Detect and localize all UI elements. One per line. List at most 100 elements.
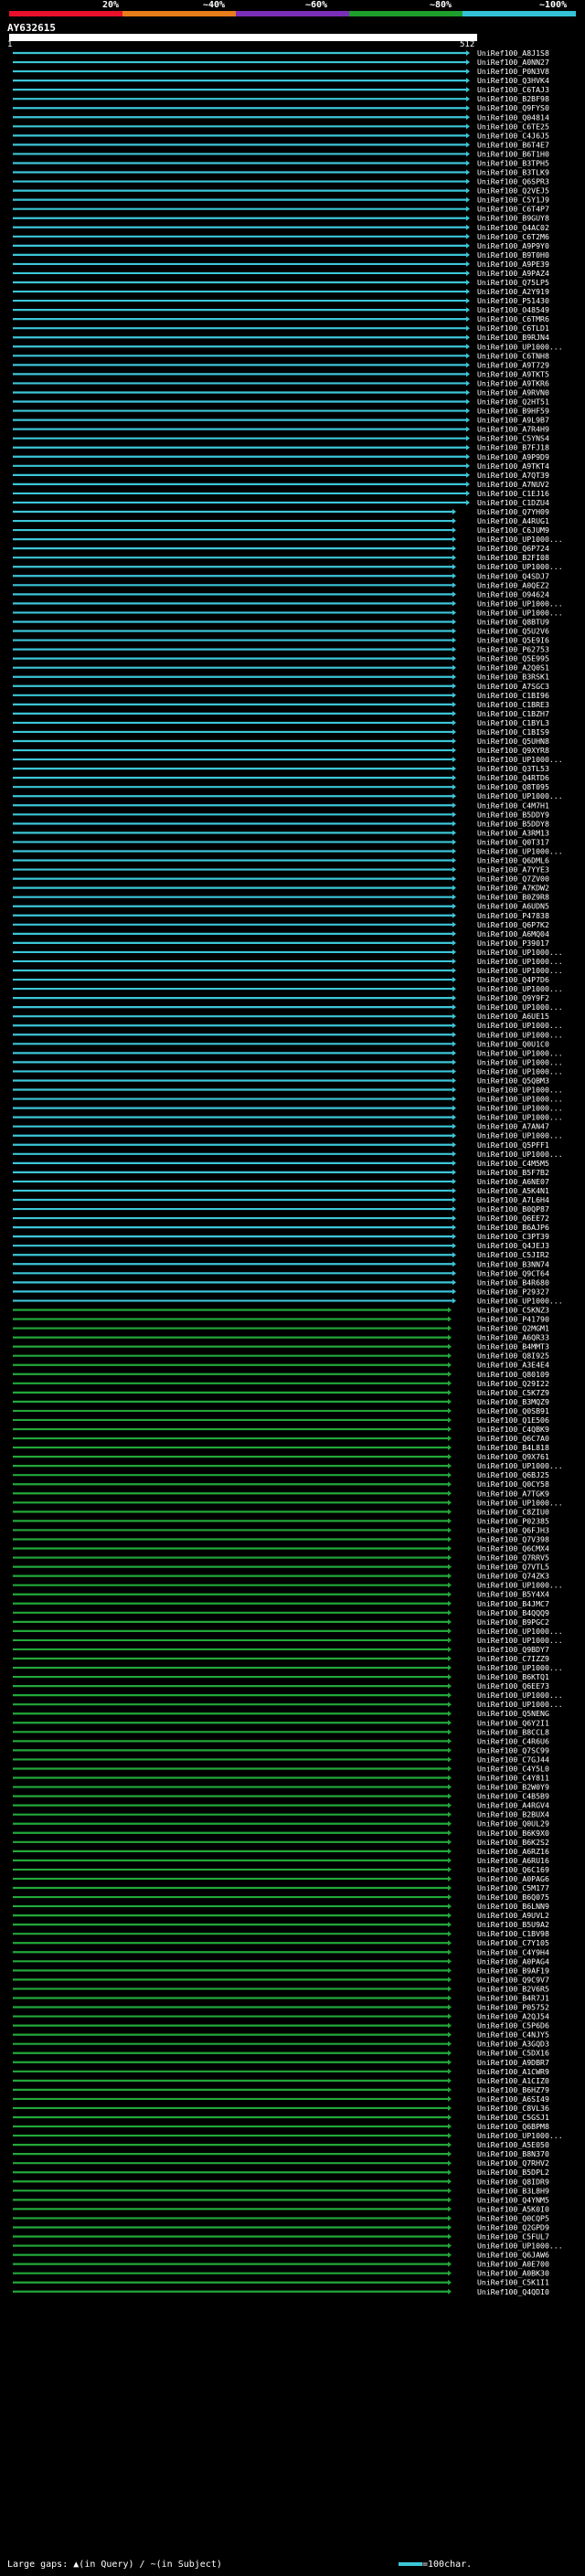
hit-label[interactable]: UniRef100_A1CIZ0: [477, 2076, 549, 2085]
hit-label[interactable]: UniRef100_Q9XYR8: [477, 746, 549, 755]
hit-label[interactable]: UniRef100_A4RGV4: [477, 1801, 549, 1810]
hit-label[interactable]: UniRef100_Q9FYS0: [477, 103, 549, 112]
hit-label[interactable]: UniRef100_C1EJ16: [477, 489, 549, 498]
hit-label[interactable]: UniRef100_A2Y919: [477, 287, 549, 296]
hit-label[interactable]: UniRef100_C1DZU4: [477, 498, 549, 507]
hit-label[interactable]: UniRef100_B5Y4X4: [477, 1590, 549, 1599]
hit-label[interactable]: UniRef100_Q9CT64: [477, 1268, 549, 1277]
hit-label[interactable]: UniRef100_B9PGC2: [477, 1617, 549, 1627]
hit-label[interactable]: UniRef100_UP1000...: [477, 948, 563, 957]
hit-label[interactable]: UniRef100_P05752: [477, 2003, 549, 2012]
hit-label[interactable]: UniRef100_UP1000...: [477, 1030, 563, 1039]
hit-label[interactable]: UniRef100_A4RUG1: [477, 516, 549, 525]
hit-label[interactable]: UniRef100_A3RM13: [477, 828, 549, 837]
hit-label[interactable]: UniRef100_UP1000...: [477, 1296, 563, 1305]
hit-label[interactable]: UniRef100_B5F7B2: [477, 1168, 549, 1177]
hit-label[interactable]: UniRef100_Q2GPD9: [477, 2222, 549, 2231]
hit-label[interactable]: UniRef100_A7YYE3: [477, 865, 549, 875]
hit-label[interactable]: UniRef100_C5P6D6: [477, 2021, 549, 2030]
hit-label[interactable]: UniRef100_Q9X761: [477, 1452, 549, 1461]
hit-label[interactable]: UniRef100_UP1000...: [477, 1048, 563, 1057]
hit-label[interactable]: UniRef100_UP1000...: [477, 755, 563, 764]
hit-label[interactable]: UniRef100_Q6SPR3: [477, 177, 549, 186]
hit-label[interactable]: UniRef100_C4J6J5: [477, 131, 549, 140]
hit-label[interactable]: UniRef100_UP1000...: [477, 1131, 563, 1140]
hit-label[interactable]: UniRef100_A6RZ16: [477, 1847, 549, 1856]
hit-label[interactable]: UniRef100_Q4JEJ3: [477, 1241, 549, 1250]
hit-label[interactable]: UniRef100_P0N3V8: [477, 67, 549, 76]
hit-label[interactable]: UniRef100_B3TLK9: [477, 168, 549, 177]
hit-label[interactable]: UniRef100_Q75LP5: [477, 278, 549, 287]
hit-label[interactable]: UniRef100_C4NJY5: [477, 2030, 549, 2040]
hit-label[interactable]: UniRef100_A9L9B7: [477, 416, 549, 425]
hit-label[interactable]: UniRef100_Q5U2V6: [477, 627, 549, 636]
hit-label[interactable]: UniRef100_A9T729: [477, 360, 549, 369]
hit-label[interactable]: UniRef100_A6RU16: [477, 1856, 549, 1865]
hit-label[interactable]: UniRef100_P39017: [477, 938, 549, 948]
hit-label[interactable]: UniRef100_Q0U1C0: [477, 1039, 549, 1048]
hit-label[interactable]: UniRef100_Q9C9V7: [477, 1975, 549, 1984]
hit-label[interactable]: UniRef100_P47838: [477, 911, 549, 920]
hit-label[interactable]: UniRef100_C8ZIU0: [477, 1507, 549, 1516]
hit-label[interactable]: UniRef100_C6JUM9: [477, 525, 549, 535]
hit-label[interactable]: UniRef100_B0QP87: [477, 1204, 549, 1214]
hit-label[interactable]: UniRef100_UP1000...: [477, 1581, 563, 1590]
hit-label[interactable]: UniRef100_Q7ZV00: [477, 875, 549, 884]
hit-label[interactable]: UniRef100_UP1000...: [477, 342, 563, 351]
hit-label[interactable]: UniRef100_P29327: [477, 1287, 549, 1296]
hit-label[interactable]: UniRef100_C6TMR6: [477, 314, 549, 323]
hit-label[interactable]: UniRef100_A6SI49: [477, 2094, 549, 2104]
hit-label[interactable]: UniRef100_UP1000...: [477, 1150, 563, 1159]
hit-label[interactable]: UniRef100_Q6EE73: [477, 1681, 549, 1691]
hit-label[interactable]: UniRef100_C7IZZ9: [477, 1654, 549, 1663]
hit-label[interactable]: UniRef100_Q0UL29: [477, 1819, 549, 1829]
hit-label[interactable]: UniRef100_C5FUL7: [477, 2232, 549, 2242]
hit-label[interactable]: UniRef100_C1BI96: [477, 691, 549, 700]
hit-label[interactable]: UniRef100_UP1000...: [477, 608, 563, 617]
hit-label[interactable]: UniRef100_C7GJ44: [477, 1754, 549, 1764]
hit-label[interactable]: UniRef100_Q6C169: [477, 1865, 549, 1874]
hit-label[interactable]: UniRef100_C5DX16: [477, 2049, 549, 2058]
hit-label[interactable]: UniRef100_B9HF59: [477, 407, 549, 416]
hit-label[interactable]: UniRef100_B9RJN4: [477, 333, 549, 342]
hit-label[interactable]: UniRef100_Q6BJ25: [477, 1470, 549, 1479]
hit-label[interactable]: UniRef100_C5K7Z9: [477, 1388, 549, 1397]
hit-label[interactable]: UniRef100_B4R7J1: [477, 1993, 549, 2002]
hit-label[interactable]: UniRef100_Q6C7A0: [477, 1434, 549, 1443]
hit-label[interactable]: UniRef100_Q6JAW6: [477, 2251, 549, 2260]
hit-label[interactable]: UniRef100_UP1000...: [477, 1104, 563, 1113]
hit-label[interactable]: UniRef100_C6TNH8: [477, 351, 549, 360]
hit-label[interactable]: UniRef100_Q80109: [477, 1370, 549, 1379]
hit-label[interactable]: UniRef100_UP1000...: [477, 2242, 563, 2251]
hit-label[interactable]: UniRef100_UP1000...: [477, 846, 563, 855]
hit-label[interactable]: UniRef100_B6HZ79: [477, 2085, 549, 2094]
hit-label[interactable]: UniRef100_UP1000...: [477, 1461, 563, 1470]
hit-label[interactable]: UniRef100_Q8T095: [477, 782, 549, 791]
hit-label[interactable]: UniRef100_UP1000...: [477, 2131, 563, 2140]
hit-label[interactable]: UniRef100_UP1000...: [477, 1498, 563, 1507]
hit-label[interactable]: UniRef100_C3PT39: [477, 1232, 549, 1241]
hit-label[interactable]: UniRef100_UP1000...: [477, 1627, 563, 1636]
hit-label[interactable]: UniRef100_UP1000...: [477, 599, 563, 608]
hit-label[interactable]: UniRef100_Q5PFF1: [477, 1140, 549, 1150]
hit-label[interactable]: UniRef100_Q6P724: [477, 544, 549, 553]
hit-label[interactable]: UniRef100_Q2VEJ5: [477, 186, 549, 196]
hit-label[interactable]: UniRef100_Q74ZK3: [477, 1572, 549, 1581]
hit-label[interactable]: UniRef100_C6T2M6: [477, 232, 549, 241]
hit-label[interactable]: UniRef100_UP1000...: [477, 984, 563, 993]
hit-label[interactable]: UniRef100_C1BYL3: [477, 718, 549, 727]
hit-label[interactable]: UniRef100_A7L6H4: [477, 1195, 549, 1204]
hit-label[interactable]: UniRef100_C4R6U6: [477, 1736, 549, 1745]
hit-label[interactable]: UniRef100_Q5E9I6: [477, 636, 549, 645]
hit-label[interactable]: UniRef100_B2BF98: [477, 94, 549, 103]
hit-label[interactable]: UniRef100_C1BZH7: [477, 709, 549, 718]
hit-label[interactable]: UniRef100_A9P9Y0: [477, 241, 549, 250]
hit-label[interactable]: UniRef100_A7NUV2: [477, 480, 549, 489]
hit-label[interactable]: UniRef100_B2W0Y9: [477, 1783, 549, 1792]
hit-label[interactable]: UniRef100_Q6BPM8: [477, 2122, 549, 2131]
hit-label[interactable]: UniRef100_B6KTQ1: [477, 1672, 549, 1681]
hit-label[interactable]: UniRef100_Q4P7D6: [477, 975, 549, 984]
hit-label[interactable]: UniRef100_A0NN27: [477, 58, 549, 67]
hit-label[interactable]: UniRef100_Q4SDJ7: [477, 571, 549, 580]
hit-label[interactable]: UniRef100_Q5UHN8: [477, 737, 549, 746]
